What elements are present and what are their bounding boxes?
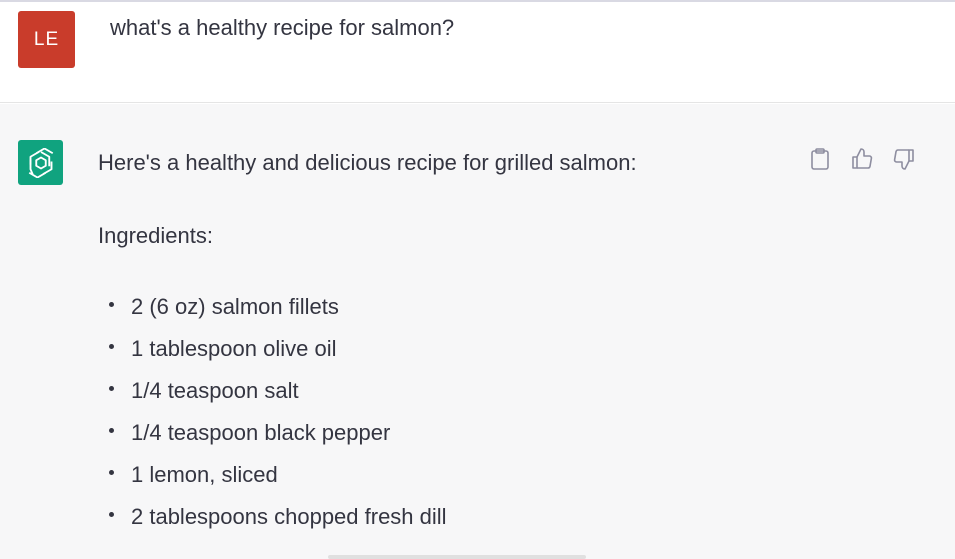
ingredient-item: 1/4 teaspoon black pepper: [98, 418, 798, 460]
assistant-message-row: Here's a healthy and delicious recipe fo…: [0, 104, 955, 559]
assistant-message-content: Here's a healthy and delicious recipe fo…: [98, 148, 798, 544]
thumbs-down-icon: [893, 149, 914, 170]
user-message-text: what's a healthy recipe for salmon?: [110, 15, 455, 40]
ingredient-item: 1 lemon, sliced: [98, 460, 798, 502]
assistant-intro-text: Here's a healthy and delicious recipe fo…: [98, 150, 637, 175]
thumbs-up-button[interactable]: [850, 146, 874, 172]
openai-logo-icon: [18, 140, 63, 185]
user-message-row: LE what's a healthy recipe for salmon?: [0, 2, 955, 103]
scroll-indicator: [328, 555, 586, 559]
copy-button[interactable]: [808, 146, 832, 172]
clipboard-icon: [811, 148, 829, 170]
ingredient-item: 1 tablespoon olive oil: [98, 334, 798, 376]
ingredients-heading: Ingredients:: [98, 223, 213, 248]
ingredient-item: 2 (6 oz) salmon fillets: [98, 292, 798, 334]
thumbs-up-icon: [852, 148, 873, 169]
ingredient-item: 2 tablespoons chopped fresh dill: [98, 502, 798, 544]
thumbs-down-button[interactable]: [892, 146, 916, 172]
user-avatar: LE: [18, 11, 75, 68]
ingredient-list: 2 (6 oz) salmon fillets 1 tablespoon oli…: [98, 292, 798, 544]
ingredient-item: 1/4 teaspoon salt: [98, 376, 798, 418]
message-actions: [808, 146, 916, 172]
